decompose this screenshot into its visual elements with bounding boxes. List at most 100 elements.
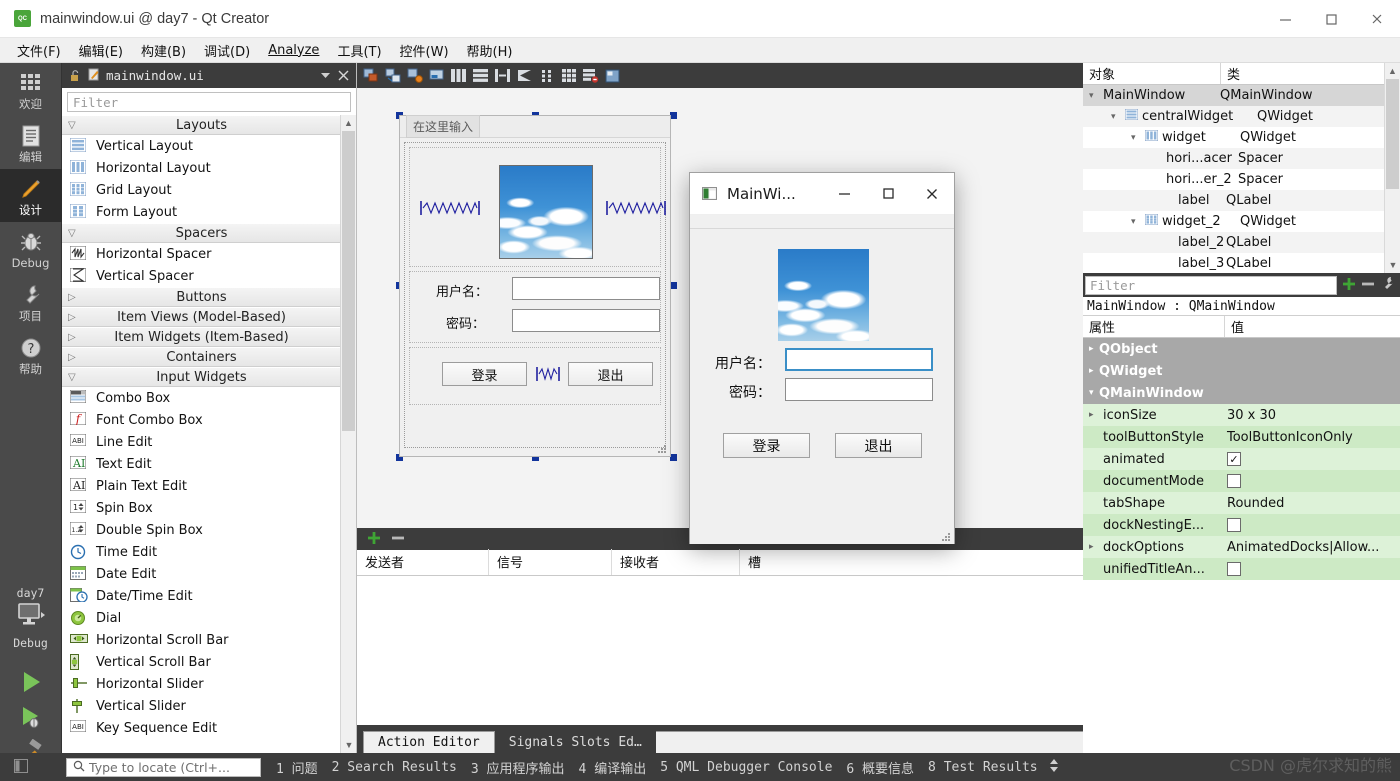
object-row-widget[interactable]: ▾ widget QWidget <box>1083 127 1384 148</box>
close-icon[interactable] <box>336 69 350 83</box>
chevron-down-icon[interactable] <box>318 69 332 83</box>
minimize-button[interactable] <box>1262 0 1308 38</box>
mode-design[interactable]: 设计 <box>0 169 62 222</box>
form-label-password[interactable]: 密码： <box>446 313 485 332</box>
form-size-grip[interactable] <box>657 443 667 453</box>
form-fields-grid[interactable]: 用户名： 密码： <box>409 271 661 343</box>
form-button-spacer[interactable] <box>536 367 560 381</box>
minus-icon[interactable] <box>1361 277 1375 294</box>
status-pane-application-output[interactable]: 3 应用程序输出 <box>464 758 572 777</box>
widget-group-containers[interactable]: ▷ Containers <box>62 347 341 367</box>
layout-horizontal-icon[interactable] <box>449 66 468 85</box>
column-object[interactable]: 对象 <box>1083 63 1221 84</box>
maximize-button[interactable] <box>1308 0 1354 38</box>
object-row-label[interactable]: label QLabel <box>1083 190 1384 211</box>
docknesting-checkbox[interactable] <box>1227 518 1241 532</box>
widget-group-input-widgets[interactable]: ▽ Input Widgets <box>62 367 341 387</box>
column-slot[interactable]: 槽 <box>740 549 1083 575</box>
preview-input-username[interactable] <box>785 348 933 371</box>
widget-item-date-edit[interactable]: Date Edit <box>62 563 341 585</box>
preview-maximize-button[interactable] <box>866 173 910 215</box>
form-button-exit[interactable]: 退出 <box>568 362 653 386</box>
layout-splitter-h-icon[interactable] <box>493 66 512 85</box>
layout-vertical-icon[interactable] <box>471 66 490 85</box>
chevron-down-icon[interactable]: ▾ <box>1089 91 1099 101</box>
layout-splitter-v-icon[interactable] <box>515 66 534 85</box>
property-group-qobject[interactable]: ▸ QObject <box>1083 338 1400 360</box>
mode-projects[interactable]: 项目 <box>0 275 62 328</box>
property-value[interactable]: ToolButtonIconOnly <box>1223 430 1400 445</box>
widget-item-font-combo-box[interactable]: f Font Combo Box <box>62 409 341 431</box>
resize-handle[interactable] <box>670 112 677 119</box>
object-row-mainwindow[interactable]: ▾ MainWindow QMainWindow <box>1083 85 1384 106</box>
widget-item-double-spin-box[interactable]: 1.2 Double Spin Box <box>62 519 341 541</box>
widget-item-grid-layout[interactable]: Grid Layout <box>62 179 341 201</box>
column-class[interactable]: 类 <box>1221 63 1384 84</box>
widget-group-spacers[interactable]: ▽ Spacers <box>62 223 341 243</box>
widget-item-vertical-scroll-bar[interactable]: Vertical Scroll Bar <box>62 651 341 673</box>
form-sky-image-label[interactable] <box>499 165 593 259</box>
widget-item-line-edit[interactable]: ABI Line Edit <box>62 431 341 453</box>
widget-group-item-views[interactable]: ▷ Item Views (Model-Based) <box>62 307 341 327</box>
property-group-qmainwindow[interactable]: ▾ QMainWindow <box>1083 382 1400 404</box>
status-pane-search-results[interactable]: 2 Search Results <box>325 760 464 775</box>
widget-item-combo-box[interactable]: Combo Box <box>62 387 341 409</box>
unlocked-icon[interactable] <box>68 69 82 83</box>
property-row-toolbuttonstyle[interactable]: toolButtonStyle ToolButtonIconOnly <box>1083 426 1400 448</box>
tab-action-editor[interactable]: Action Editor <box>363 731 495 753</box>
layout-grid-icon[interactable] <box>559 66 578 85</box>
menubar-placeholder[interactable]: 在这里输入 <box>406 115 481 138</box>
property-row-animated[interactable]: animated ✓ <box>1083 448 1400 470</box>
widget-item-date-time-edit[interactable]: Date/Time Edit <box>62 585 341 607</box>
break-layout-icon[interactable] <box>581 66 600 85</box>
widget-item-vertical-spacer[interactable]: Vertical Spacer <box>62 265 341 287</box>
widget-group-buttons[interactable]: ▷ Buttons <box>62 287 341 307</box>
property-value[interactable]: AnimatedDocks|Allow... <box>1223 540 1400 555</box>
edit-signals-slots-icon[interactable] <box>383 66 402 85</box>
run-button[interactable] <box>0 662 62 702</box>
preview-menubar[interactable] <box>690 215 954 229</box>
form-top-row[interactable] <box>409 147 666 267</box>
column-receiver[interactable]: 接收者 <box>612 549 740 575</box>
widget-item-form-layout[interactable]: Form Layout <box>62 201 341 223</box>
object-row-label-2[interactable]: label_2 QLabel <box>1083 232 1384 253</box>
menu-file[interactable]: 文件(F) <box>8 38 70 63</box>
mode-help[interactable]: ? 帮助 <box>0 328 62 381</box>
preview-minimize-button[interactable] <box>822 173 866 215</box>
close-button[interactable] <box>1354 0 1400 38</box>
wrench-icon[interactable] <box>1380 276 1395 294</box>
property-filter-input[interactable]: Filter <box>1085 275 1337 295</box>
up-down-icon[interactable] <box>1049 758 1059 776</box>
plus-icon[interactable] <box>1342 277 1356 294</box>
edit-buddies-icon[interactable] <box>405 66 424 85</box>
property-group-qwidget[interactable]: ▸ QWidget <box>1083 360 1400 382</box>
documentmode-checkbox[interactable] <box>1227 474 1241 488</box>
form-central-widget[interactable]: 用户名： 密码： 登录 退出 <box>404 142 666 448</box>
menu-build[interactable]: 构建(B) <box>132 38 195 63</box>
scroll-thumb[interactable] <box>342 131 355 431</box>
menu-widgets[interactable]: 控件(W) <box>391 38 458 63</box>
property-row-docknestingenabled[interactable]: dockNestingE... <box>1083 514 1400 536</box>
object-row-label-3[interactable]: label_3 QLabel <box>1083 253 1384 273</box>
start-debugging-button[interactable] <box>0 702 62 737</box>
scroll-down-arrow[interactable]: ▼ <box>1385 257 1400 273</box>
column-value[interactable]: 值 <box>1225 316 1400 337</box>
resize-handle[interactable] <box>670 454 677 461</box>
object-row-horizontal-spacer-2[interactable]: hori...er_2 Spacer <box>1083 169 1384 190</box>
property-row-unifiedtitleandtoolbar[interactable]: unifiedTitleAn... <box>1083 558 1400 580</box>
chevron-right-icon[interactable]: ▸ <box>1089 344 1099 354</box>
property-row-tabshape[interactable]: tabShape Rounded <box>1083 492 1400 514</box>
column-signal[interactable]: 信号 <box>489 549 612 575</box>
menu-debug[interactable]: 调试(D) <box>195 38 259 63</box>
chevron-right-icon[interactable]: ▸ <box>1089 542 1099 552</box>
widget-item-horizontal-spacer[interactable]: Horizontal Spacer <box>62 243 341 265</box>
widget-item-horizontal-scroll-bar[interactable]: Horizontal Scroll Bar <box>62 629 341 651</box>
status-pane-overview[interactable]: 6 概要信息 <box>839 758 921 777</box>
menu-edit[interactable]: 编辑(E) <box>70 38 132 63</box>
chevron-right-icon[interactable]: ▸ <box>1089 366 1099 376</box>
form-buttons-row[interactable]: 登录 退出 <box>409 347 661 405</box>
edit-tab-order-icon[interactable] <box>427 66 446 85</box>
animated-checkbox[interactable]: ✓ <box>1227 452 1241 466</box>
chevron-down-icon[interactable]: ▾ <box>1111 112 1121 122</box>
status-pane-issues[interactable]: 1 问题 <box>269 758 325 777</box>
